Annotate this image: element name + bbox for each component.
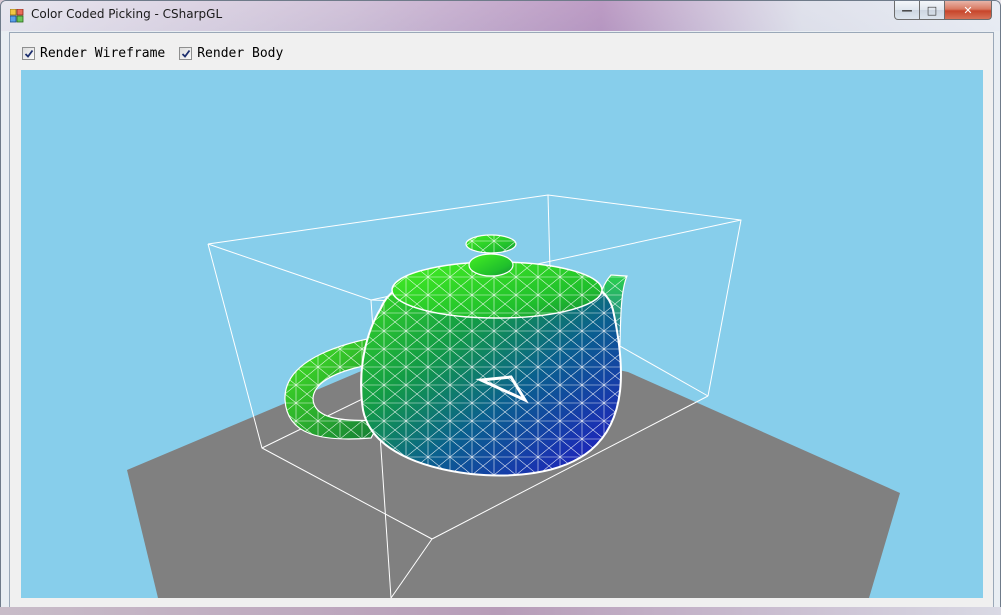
opengl-canvas[interactable] bbox=[21, 70, 983, 598]
close-button[interactable]: ✕ bbox=[944, 1, 992, 20]
app-grid-icon bbox=[10, 9, 24, 23]
client-area: Render Wireframe Render Body bbox=[9, 32, 994, 608]
maximize-button[interactable]: □ bbox=[919, 1, 945, 20]
minimize-button[interactable]: — bbox=[894, 1, 920, 20]
teapot-lid bbox=[391, 234, 603, 319]
checkbox-checked-icon[interactable] bbox=[179, 46, 193, 60]
maximize-icon: □ bbox=[926, 3, 938, 17]
render-body-label: Render Body bbox=[197, 45, 284, 61]
render-wireframe-checkbox[interactable]: Render Wireframe bbox=[22, 46, 165, 61]
render-wireframe-label: Render Wireframe bbox=[40, 45, 166, 61]
scene-render[interactable] bbox=[21, 70, 983, 598]
title-bar[interactable]: Color Coded Picking - CSharpGL — □ ✕ bbox=[1, 1, 1000, 31]
render-body-checkbox[interactable]: Render Body bbox=[179, 46, 283, 61]
close-icon: ✕ bbox=[963, 3, 973, 17]
desktop-strip bbox=[0, 607, 1001, 615]
minimize-icon: — bbox=[901, 3, 913, 17]
options-row: Render Wireframe Render Body bbox=[22, 44, 297, 62]
checkbox-checked-icon[interactable] bbox=[22, 46, 35, 60]
window-title: Color Coded Picking - CSharpGL bbox=[31, 7, 223, 21]
app-window: Color Coded Picking - CSharpGL — □ ✕ Ren… bbox=[0, 0, 1001, 615]
